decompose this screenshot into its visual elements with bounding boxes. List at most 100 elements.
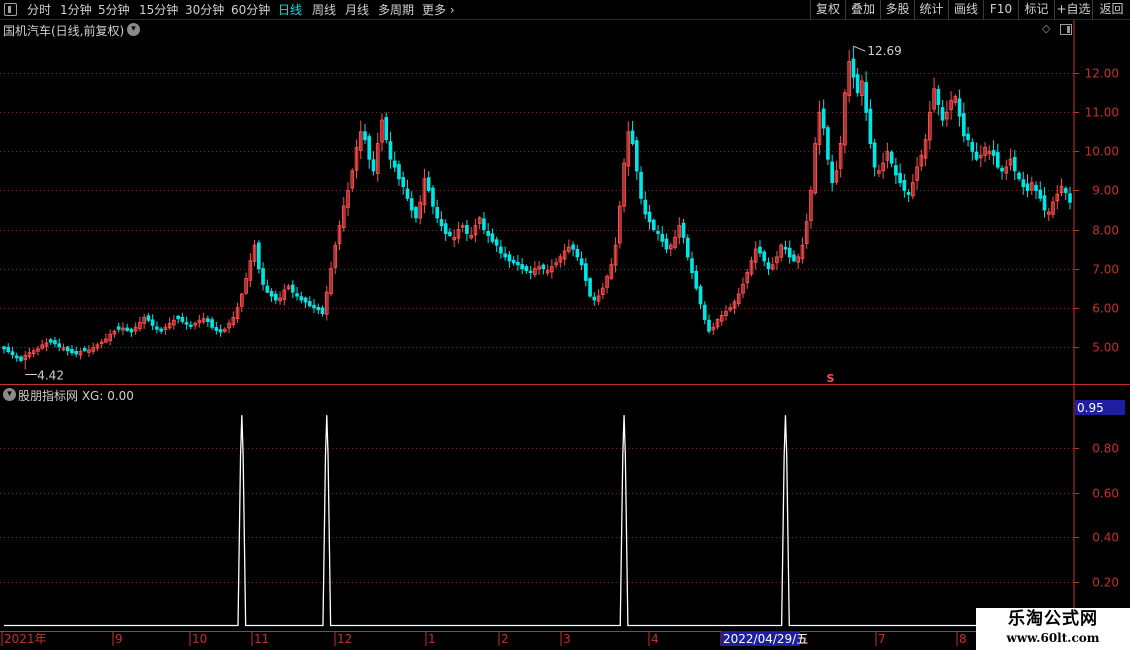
candle-body-63: [269, 291, 274, 297]
candle-body-227: [966, 133, 970, 141]
candle-body-148: [630, 130, 635, 145]
x-label-3: 11: [254, 632, 269, 646]
main-tick-label-0: 5.00: [1092, 341, 1119, 355]
ind-tick-label-2: 0.60: [1092, 487, 1119, 501]
candle-body-180: [766, 262, 771, 270]
candle-body-11: [48, 339, 53, 343]
candle-body-251: [1068, 193, 1072, 203]
candle-body-250: [1063, 188, 1068, 193]
candle-body-51: [218, 329, 223, 333]
candle-body-61: [261, 268, 265, 285]
candle-body-114: [486, 230, 490, 236]
candle-body-193: [821, 108, 826, 129]
candle-body-179: [762, 251, 767, 262]
candle-body-1: [6, 346, 11, 353]
candle-body-127: [541, 264, 546, 270]
candle-body-3: [14, 355, 19, 359]
x-label-0: 2021年: [4, 632, 47, 646]
watermark-url: www.60lt.com: [1006, 631, 1100, 645]
candle-body-225: [957, 98, 962, 117]
candle-body-35: [150, 319, 155, 326]
candle-body-74: [316, 306, 321, 311]
candle-body-151: [643, 199, 648, 215]
candle-body-205: [872, 142, 877, 168]
watermark: 乐淘公式网 www.60lt.com: [976, 608, 1130, 650]
main-tick-label-4: 9.00: [1092, 184, 1119, 198]
candle-body-156: [664, 238, 669, 250]
candle-body-165: [702, 304, 707, 320]
x-label-11: 7: [878, 632, 886, 646]
candle-body-238: [1012, 156, 1017, 172]
candle-body-138: [588, 278, 592, 297]
candle-body-209: [889, 151, 894, 164]
ind-tick-label-3: 0.80: [1092, 442, 1119, 456]
candle-body-104: [443, 223, 448, 234]
candle-body-69: [295, 293, 299, 297]
candle-body-124: [528, 270, 533, 274]
candle-body-43: [184, 322, 189, 325]
candle-body-153: [651, 219, 656, 231]
candle-body-152: [647, 211, 652, 223]
candle-body-49: [210, 319, 214, 328]
candle-body-116: [494, 239, 499, 246]
candle-body-41: [176, 315, 180, 320]
candle-body-95: [405, 188, 410, 199]
candle-body-36: [155, 326, 159, 330]
candle-body-211: [898, 172, 902, 184]
candle-body-42: [180, 316, 185, 322]
candle-body-228: [970, 141, 975, 152]
candle-body-234: [995, 152, 1000, 168]
candle-body-203: [864, 82, 868, 113]
candle-body-70: [299, 296, 304, 301]
candle-body-72: [307, 301, 312, 307]
candle-body-50: [214, 327, 219, 331]
candle-body-102: [435, 207, 440, 219]
candle-body-44: [189, 324, 193, 327]
candle-body-119: [507, 254, 512, 262]
candle-body-85: [363, 131, 367, 141]
candle-body-221: [940, 107, 945, 121]
candle-body-105: [448, 231, 452, 236]
candle-body-86: [367, 136, 372, 160]
candle-body-185: [787, 247, 792, 258]
ind-value-label: 0.95: [1077, 401, 1104, 415]
candle-body-149: [634, 140, 639, 172]
candle-body-184: [783, 246, 788, 250]
candle-body-37: [159, 328, 163, 332]
candle-body-150: [639, 171, 643, 199]
indicator-grid: [0, 448, 1074, 583]
x-label-8: 4: [651, 632, 659, 646]
candle-body-186: [792, 254, 796, 262]
candle-body-166: [707, 319, 711, 332]
candle-body-17: [74, 351, 79, 355]
candle-body-226: [962, 113, 966, 137]
candle-body-34: [146, 315, 151, 321]
main-tick-label-6: 11.00: [1085, 106, 1119, 120]
xg-signal-polyline: [4, 415, 1070, 627]
candle-body-97: [414, 207, 418, 219]
x-label-12: 8: [959, 632, 967, 646]
kline-chart[interactable]: 5.00 6.00 7.00 8.00 9.00 10.00 11.00 12.00 12.6…: [0, 0, 1130, 650]
candle-body-29: [125, 327, 129, 331]
candle-body-164: [698, 286, 703, 305]
candle-body-4: [19, 356, 23, 361]
candle-body-62: [265, 285, 270, 293]
candle-body-0: [2, 346, 6, 350]
x-label-1: 9: [115, 632, 123, 646]
candle-body-210: [894, 165, 898, 176]
candle-body-30: [129, 328, 134, 333]
date-axis: 2021年9101112123456782022/04/29/五: [1, 631, 967, 646]
main-tick-label-5: 10.00: [1085, 145, 1119, 159]
candle-body-60: [257, 242, 261, 270]
candle-body-240: [1021, 179, 1026, 188]
candle-body-204: [868, 108, 873, 145]
candle-body-92: [392, 160, 397, 168]
candle-body-68: [290, 284, 295, 293]
candle-body-120: [511, 259, 516, 264]
candle-body-163: [694, 270, 699, 289]
candle-body-90: [384, 117, 389, 141]
candle-body-96: [409, 198, 414, 211]
candle-body-123: [524, 266, 529, 272]
candle-body-200: [851, 58, 856, 78]
high-pointer: [853, 45, 866, 52]
